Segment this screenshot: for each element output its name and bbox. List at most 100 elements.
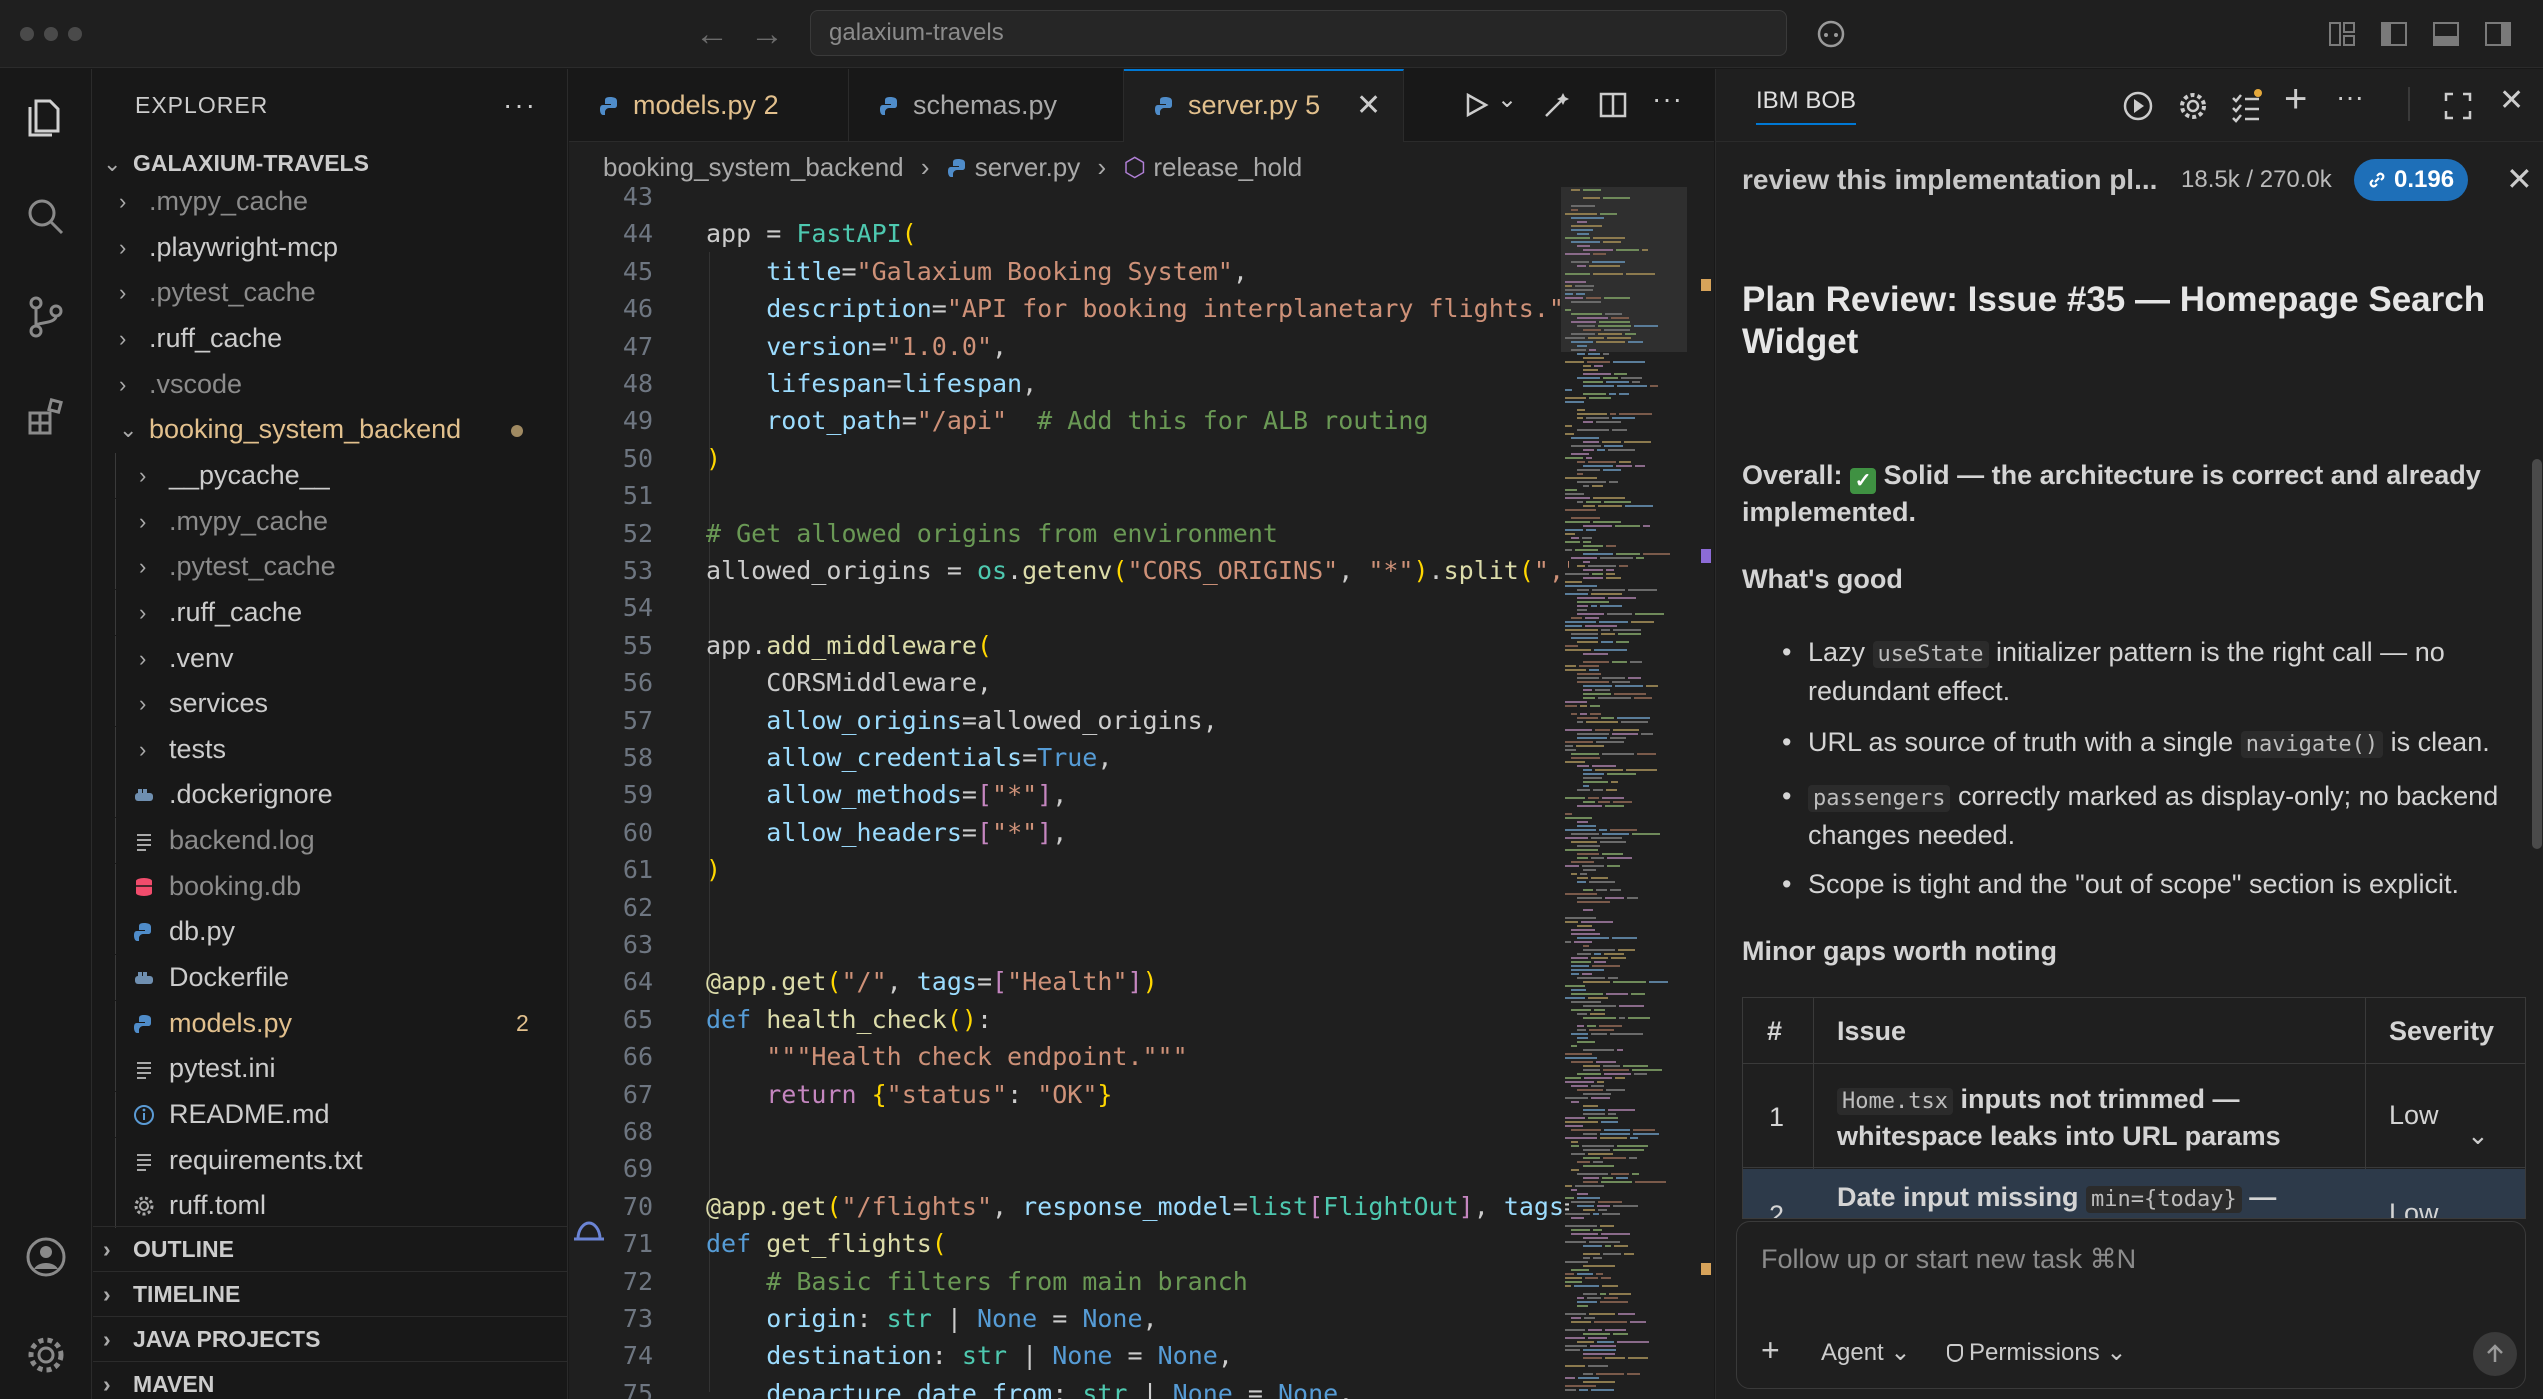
- task-list-icon[interactable]: [2229, 89, 2263, 123]
- tree-item-readme-md[interactable]: README.md: [93, 1092, 568, 1137]
- chevron-down-icon[interactable]: ⌄: [2467, 1120, 2489, 1151]
- back-arrow-icon[interactable]: ←: [695, 14, 729, 54]
- command-center-search[interactable]: galaxium-travels: [810, 10, 1787, 56]
- code-line[interactable]: 72 # Basic filters from main branch: [569, 1263, 1569, 1300]
- code-line[interactable]: 54: [569, 589, 1569, 626]
- run-icon[interactable]: [1462, 91, 1490, 119]
- code-line[interactable]: 68: [569, 1113, 1569, 1150]
- tree-item-mypy-cache[interactable]: › .mypy_cache: [93, 498, 568, 544]
- code-line[interactable]: 73 origin: str | None = None,: [569, 1300, 1569, 1337]
- code-line[interactable]: 61): [569, 851, 1569, 888]
- bob-more-icon[interactable]: ···: [2336, 81, 2364, 113]
- tree-item-requirements-txt[interactable]: requirements.txt: [93, 1137, 568, 1183]
- tree-item-pytest-cache[interactable]: › .pytest_cache: [93, 270, 568, 315]
- fullscreen-icon[interactable]: [2441, 89, 2475, 123]
- chat-input-placeholder[interactable]: Follow up or start new task ⌘N: [1761, 1244, 2136, 1275]
- tree-item-tests[interactable]: › tests: [93, 726, 568, 772]
- tree-item-ruff-toml[interactable]: ruff.toml: [93, 1183, 568, 1229]
- play-circle-icon[interactable]: [2121, 89, 2155, 123]
- minimap-viewport[interactable]: [1561, 187, 1687, 352]
- code-line[interactable]: 62: [569, 889, 1569, 926]
- window-zoom-dot[interactable]: [68, 27, 82, 41]
- toggle-secondary-sidebar-icon[interactable]: [2482, 18, 2514, 50]
- explorer-icon[interactable]: [22, 93, 70, 141]
- new-task-plus-icon[interactable]: +: [2284, 77, 2307, 122]
- forward-arrow-icon[interactable]: →: [750, 14, 784, 54]
- window-close-dot[interactable]: [20, 27, 34, 41]
- tab-server-py[interactable]: server.py 5 ✕: [1124, 69, 1404, 142]
- tree-item-pytest-cache[interactable]: › .pytest_cache: [93, 544, 568, 590]
- tree-item-pytest-ini[interactable]: pytest.ini: [93, 1046, 568, 1092]
- section-outline[interactable]: › OUTLINE: [93, 1226, 568, 1271]
- tree-item-services[interactable]: › services: [93, 681, 568, 727]
- send-button[interactable]: [2473, 1332, 2517, 1376]
- code-line[interactable]: 45 title="Galaxium Booking System",: [569, 253, 1569, 290]
- tab-models-py[interactable]: models.py 2: [569, 69, 849, 142]
- tree-item-pycache[interactable]: › __pycache__: [93, 452, 568, 498]
- tree-item-venv[interactable]: › .venv: [93, 635, 568, 681]
- code-line[interactable]: 58 allow_credentials=True,: [569, 739, 1569, 776]
- code-line[interactable]: 47 version="1.0.0",: [569, 328, 1569, 365]
- bob-hardhat-gutter-icon[interactable]: [570, 1215, 608, 1245]
- tree-item-models-py[interactable]: models.py 2: [93, 1000, 568, 1046]
- extensions-icon[interactable]: [22, 393, 70, 441]
- chat-input[interactable]: Follow up or start new task ⌘N + Agent ⌄…: [1736, 1221, 2526, 1389]
- bob-scrollbar[interactable]: [2532, 459, 2542, 849]
- tree-item-db-py[interactable]: db.py: [93, 909, 568, 955]
- code-line[interactable]: 59 allow_methods=["*"],: [569, 776, 1569, 813]
- agent-mode-select[interactable]: Agent ⌄: [1821, 1338, 1911, 1367]
- code-line[interactable]: 50): [569, 440, 1569, 477]
- code-line[interactable]: 71 def get_flights(: [569, 1225, 1569, 1262]
- code-line[interactable]: 52 # Get allowed origins from environment: [569, 515, 1569, 552]
- source-control-icon[interactable]: [22, 293, 70, 341]
- tab-close-icon[interactable]: ✕: [1356, 69, 1381, 142]
- permissions-select[interactable]: Permissions ⌄: [1947, 1338, 2126, 1367]
- code-line[interactable]: 44 app = FastAPI(: [569, 215, 1569, 252]
- tab-schemas-py[interactable]: schemas.py: [849, 69, 1124, 142]
- code-line[interactable]: 69: [569, 1150, 1569, 1187]
- code-line[interactable]: 56 CORSMiddleware,: [569, 664, 1569, 701]
- tree-item-dockerignore[interactable]: .dockerignore: [93, 772, 568, 818]
- tree-item-dockerfile[interactable]: Dockerfile: [93, 955, 568, 1001]
- code-line[interactable]: 65 def health_check():: [569, 1001, 1569, 1038]
- breadcrumb-symbol[interactable]: release_hold: [1153, 152, 1302, 182]
- code-line[interactable]: 60 allow_headers=["*"],: [569, 814, 1569, 851]
- code-line[interactable]: 75 departure_date_from: str | None = Non…: [569, 1375, 1569, 1399]
- code-line[interactable]: 64 @app.get("/", tags=["Health"]): [569, 963, 1569, 1000]
- account-icon[interactable]: [22, 1233, 70, 1281]
- code-line[interactable]: 46 description="API for booking interpla…: [569, 290, 1569, 327]
- window-minimize-dot[interactable]: [44, 27, 58, 41]
- customize-layout-icon[interactable]: [2326, 18, 2358, 50]
- minimap[interactable]: [1561, 187, 1687, 1399]
- editor-more-icon[interactable]: ···: [1652, 83, 1683, 115]
- toggle-panel-icon[interactable]: [2430, 18, 2462, 50]
- close-panel-icon[interactable]: ✕: [2499, 83, 2524, 118]
- section-java-projects[interactable]: › JAVA PROJECTS: [93, 1316, 568, 1361]
- run-dropdown-chevron-icon[interactable]: ⌄: [1497, 85, 1517, 114]
- tree-item-booking-db[interactable]: booking.db: [93, 863, 568, 909]
- split-editor-icon[interactable]: [1597, 89, 1629, 121]
- code-line[interactable]: 70 @app.get("/flights", response_model=li…: [569, 1188, 1569, 1225]
- breadcrumb-folder[interactable]: booking_system_backend: [603, 152, 904, 182]
- code-editor[interactable]: 43 44 app = FastAPI(45 title="Galaxium Boo…: [569, 187, 1569, 1399]
- code-line[interactable]: 74 destination: str | None = None,: [569, 1337, 1569, 1374]
- code-line[interactable]: 67 return {"status": "OK"}: [569, 1076, 1569, 1113]
- code-line[interactable]: 43: [569, 187, 1569, 215]
- explorer-more-icon[interactable]: ···: [503, 69, 537, 141]
- code-line[interactable]: 53 allowed_origins = os.getenv("CORS_ORIG…: [569, 552, 1569, 589]
- editor-overview-ruler[interactable]: [1701, 187, 1713, 1399]
- code-line[interactable]: 63: [569, 926, 1569, 963]
- code-line[interactable]: 49 root_path="/api" # Add this for ALB r…: [569, 402, 1569, 439]
- settings-gear-icon[interactable]: [22, 1331, 70, 1379]
- tree-item-ruff-cache[interactable]: › .ruff_cache: [93, 316, 568, 361]
- tree-item-ruff-cache[interactable]: › .ruff_cache: [93, 589, 568, 635]
- tree-item-mypy-cache[interactable]: › .mypy_cache: [93, 179, 568, 224]
- breadcrumb-file[interactable]: server.py: [975, 152, 1081, 182]
- task-title[interactable]: review this implementation pl...: [1742, 164, 2157, 196]
- cost-badge[interactable]: 0.196: [2354, 159, 2469, 201]
- tree-item-vscode[interactable]: › .vscode: [93, 362, 568, 407]
- settings-gear-icon[interactable]: [2176, 89, 2210, 123]
- code-line[interactable]: 57 allow_origins=allowed_origins,: [569, 702, 1569, 739]
- tree-item-playwright-mcp[interactable]: › .playwright-mcp: [93, 225, 568, 270]
- tree-item-backend-log[interactable]: backend.log: [93, 818, 568, 864]
